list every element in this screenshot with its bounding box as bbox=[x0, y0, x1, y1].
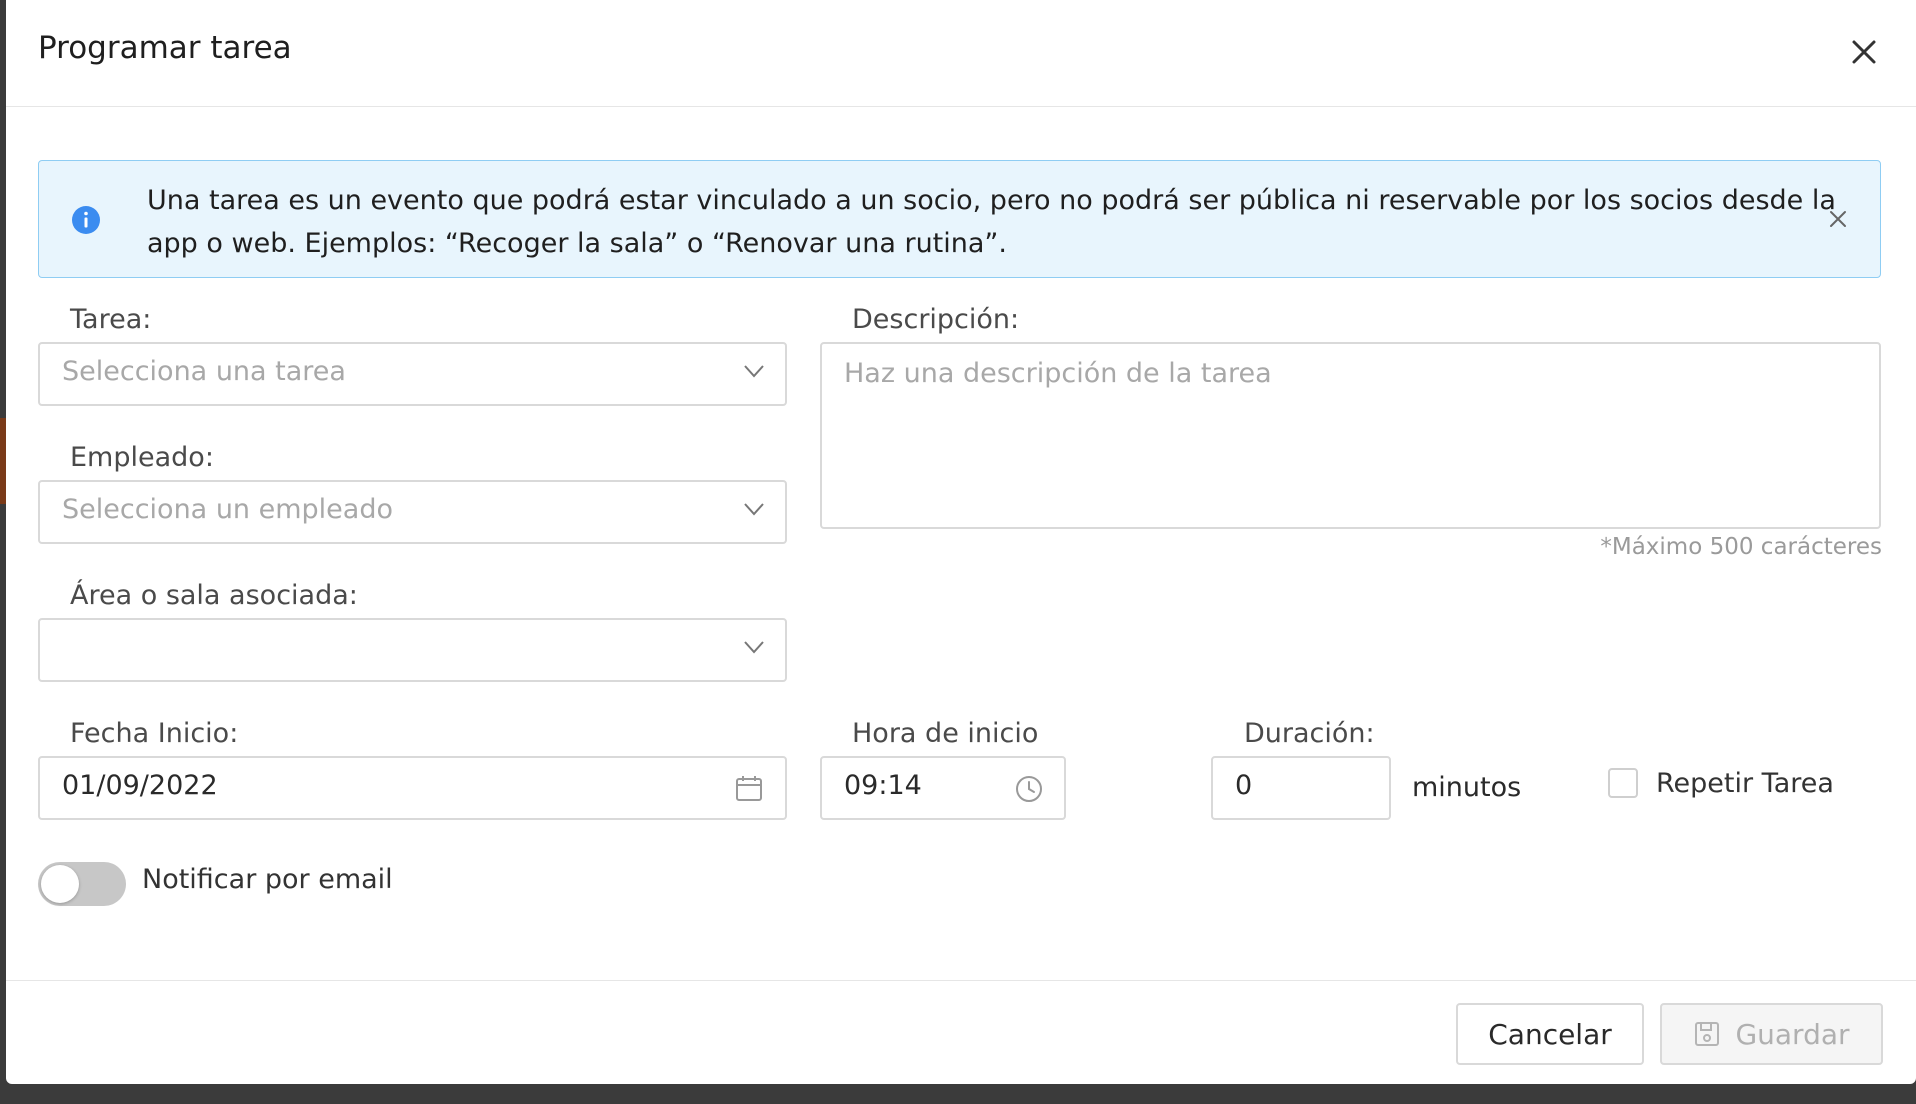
start-time-value: 09:14 bbox=[844, 770, 922, 801]
save-icon bbox=[1695, 1022, 1720, 1046]
area-label: Área o sala asociada: bbox=[70, 580, 358, 611]
start-time-label: Hora de inicio bbox=[852, 718, 1039, 749]
description-hint: *Máximo 500 carácteres bbox=[1600, 534, 1882, 560]
toggle-knob bbox=[41, 865, 79, 903]
start-date-input[interactable]: 01/09/2022 bbox=[38, 756, 787, 820]
notify-email-label: Notificar por email bbox=[142, 864, 393, 895]
repeat-task-label[interactable]: Repetir Tarea bbox=[1656, 768, 1834, 799]
dialog-header: Programar tarea bbox=[6, 0, 1916, 107]
save-label: Guardar bbox=[1735, 1017, 1850, 1051]
info-alert: Una tarea es un evento que podrá estar v… bbox=[38, 160, 1881, 278]
calendar-icon[interactable] bbox=[735, 774, 763, 802]
info-icon bbox=[72, 206, 100, 234]
close-icon bbox=[1852, 40, 1876, 64]
cancel-label: Cancelar bbox=[1488, 1017, 1612, 1051]
employee-select[interactable]: Selecciona un empleado bbox=[38, 480, 787, 544]
duration-value: 0 bbox=[1235, 770, 1253, 801]
dialog-footer-divider bbox=[6, 980, 1916, 981]
notify-email-toggle[interactable] bbox=[38, 862, 126, 906]
area-select[interactable] bbox=[38, 618, 787, 682]
clock-icon[interactable] bbox=[1014, 774, 1044, 804]
task-label: Tarea: bbox=[70, 304, 152, 335]
save-button[interactable]: Guardar bbox=[1660, 1003, 1883, 1065]
chevron-down-icon bbox=[744, 641, 764, 654]
duration-input[interactable]: 0 bbox=[1211, 756, 1391, 820]
employee-label: Empleado: bbox=[70, 442, 214, 473]
duration-label: Duración: bbox=[1244, 718, 1375, 749]
alert-message: Una tarea es un evento que podrá estar v… bbox=[147, 185, 1836, 259]
duration-unit: minutos bbox=[1412, 772, 1522, 803]
chevron-down-icon bbox=[744, 365, 764, 378]
employee-placeholder: Selecciona un empleado bbox=[62, 494, 393, 525]
repeat-task-checkbox[interactable] bbox=[1608, 768, 1638, 798]
cancel-button[interactable]: Cancelar bbox=[1456, 1003, 1644, 1065]
task-select[interactable]: Selecciona una tarea bbox=[38, 342, 787, 406]
description-textarea[interactable]: Haz una descripción de la tarea bbox=[820, 342, 1881, 529]
dialog-title: Programar tarea bbox=[38, 30, 292, 66]
chevron-down-icon bbox=[744, 503, 764, 516]
schedule-task-dialog: Programar tarea Una tarea es un evento q… bbox=[6, 0, 1916, 1084]
start-time-input[interactable]: 09:14 bbox=[820, 756, 1066, 820]
task-placeholder: Selecciona una tarea bbox=[62, 356, 346, 387]
alert-close-icon[interactable] bbox=[1826, 207, 1850, 231]
start-date-value: 01/09/2022 bbox=[62, 770, 218, 801]
description-placeholder: Haz una descripción de la tarea bbox=[844, 358, 1272, 389]
close-dialog-button[interactable] bbox=[1846, 34, 1882, 70]
start-date-label: Fecha Inicio: bbox=[70, 718, 239, 749]
description-label: Descripción: bbox=[852, 304, 1020, 335]
